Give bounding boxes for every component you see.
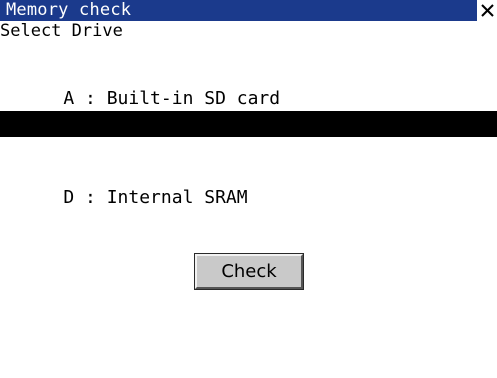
drive-item-label: A : Built-in SD card	[63, 88, 281, 109]
close-icon	[481, 4, 494, 17]
memory-check-dialog: Memory check Select Drive A : Built-in S…	[0, 0, 497, 378]
drive-item-d[interactable]: D : Internal SRAM	[0, 159, 497, 208]
window-title: Memory check	[6, 0, 132, 20]
close-button[interactable]	[476, 0, 497, 21]
select-drive-heading: Select Drive	[0, 21, 123, 41]
drive-item-a[interactable]: A : Built-in SD card	[0, 60, 497, 109]
title-bar: Memory check	[0, 0, 497, 21]
drive-item-label: D : Internal SRAM	[63, 187, 248, 208]
drive-item-label: C : Flash Memory	[63, 139, 237, 160]
check-button[interactable]: Check	[194, 253, 304, 290]
drive-item-c[interactable]: C : Flash Memory	[0, 111, 497, 160]
